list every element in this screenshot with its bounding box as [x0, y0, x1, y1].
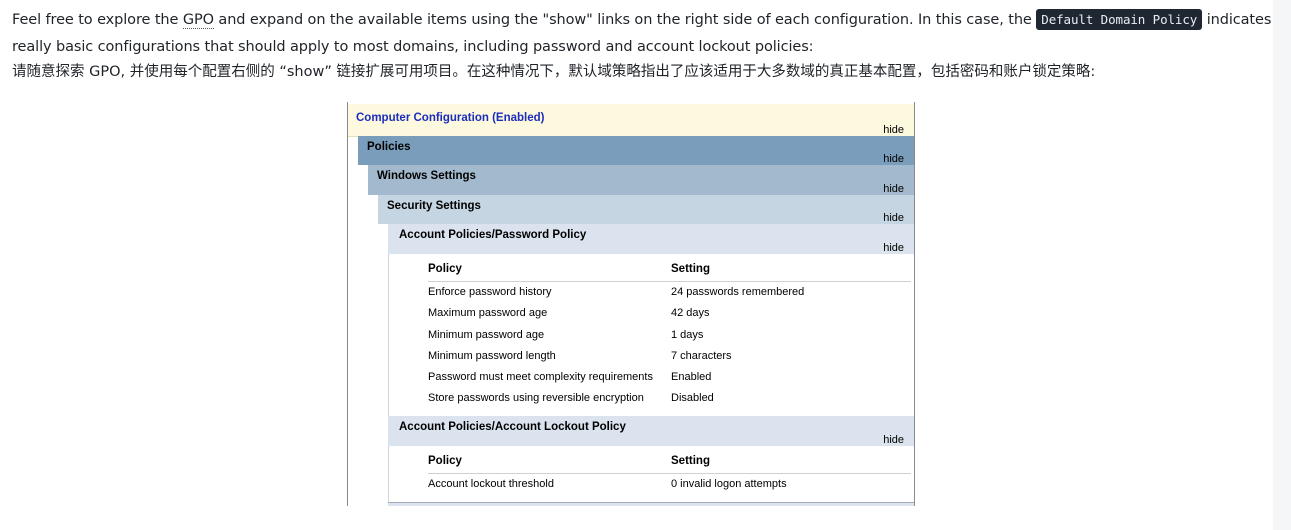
policy-name: Enforce password history: [428, 286, 552, 298]
article-content: Feel free to explore the GPO and expand …: [12, 6, 1272, 83]
password-policy-table: Policy Setting Enforce password history 2…: [428, 259, 911, 410]
lockout-policy-header: Account Policies/Account Lockout Policy …: [388, 416, 914, 446]
section-rail: [388, 446, 389, 502]
intro-text-2: and expand on the available items using …: [213, 12, 1037, 28]
windows-settings-header: Windows Settings hide: [368, 165, 914, 195]
lockout-policy-title: Account Policies/Account Lockout Policy: [399, 421, 626, 433]
intro-text: Feel free to explore the: [12, 12, 183, 28]
table-row: Minimum password length 7 characters: [428, 346, 911, 367]
policy-column-header: Policy: [428, 455, 462, 467]
setting-column-header: Setting: [671, 263, 710, 275]
security-settings-title: Security Settings: [387, 200, 481, 212]
hide-link[interactable]: hide: [883, 212, 904, 224]
windows-settings-title: Windows Settings: [377, 170, 476, 182]
table-row: Minimum password age 1 days: [428, 325, 911, 346]
table-row: Store passwords using reversible encrypt…: [428, 388, 911, 409]
hide-link[interactable]: hide: [883, 242, 904, 254]
hide-link[interactable]: hide: [883, 153, 904, 165]
hide-link[interactable]: hide: [883, 124, 904, 136]
policy-name: Minimum password length: [428, 349, 556, 362]
hide-link[interactable]: hide: [883, 183, 904, 195]
policy-setting: 24 passwords remembered: [671, 286, 805, 298]
password-policy-header: Account Policies/Password Policy hide: [388, 224, 914, 254]
table-row: Enforce password history 24 passwords rem…: [428, 282, 911, 303]
table-header: Policy Setting: [428, 259, 911, 282]
policy-name: Store passwords using reversible encrypt…: [428, 392, 644, 405]
password-policy-title: Account Policies/Password Policy: [399, 229, 587, 241]
table-row: Account lockout threshold 0 invalid logon…: [428, 474, 911, 495]
computer-configuration-header: Computer Configuration (Enabled) hide: [348, 104, 914, 137]
security-settings-header: Security Settings hide: [378, 195, 914, 224]
gpo-abbreviation[interactable]: GPO: [182, 12, 214, 29]
intro-paragraph-chinese: 请随意探索 GPO, 并使用每个配置右侧的 “show” 链接扩展可用项目。在这…: [12, 64, 1096, 80]
lockout-policy-table: Policy Setting Account lockout threshold…: [428, 451, 911, 495]
table-header: Policy Setting: [428, 451, 911, 474]
policy-setting: Disabled: [671, 392, 714, 405]
next-section-edge: [388, 502, 914, 506]
policy-setting: 0 invalid logon attempts: [671, 478, 787, 490]
intro-paragraph: Feel free to explore the GPO and expand …: [12, 6, 1272, 61]
policy-name: Minimum password age: [428, 328, 545, 341]
computer-configuration-title: Computer Configuration (Enabled): [356, 112, 545, 124]
policy-setting: Enabled: [671, 371, 712, 384]
default-domain-policy-code: Default Domain Policy: [1036, 9, 1203, 30]
policies-header: Policies hide: [358, 136, 914, 165]
table-row: Password must meet complexity requiremen…: [428, 367, 911, 388]
table-row: Maximum password age 42 days: [428, 303, 911, 324]
section-rail: [388, 254, 389, 416]
policy-name: Account lockout threshold: [428, 478, 554, 490]
policy-column-header: Policy: [428, 263, 462, 275]
policy-setting: 42 days: [671, 307, 710, 320]
policy-setting: 1 days: [671, 328, 704, 341]
setting-column-header: Setting: [671, 455, 710, 467]
page-scrollbar[interactable]: [1273, 0, 1291, 530]
gpo-report-screenshot: show Computer Configuration (Enabled) hi…: [347, 102, 915, 506]
policies-title: Policies: [367, 141, 411, 153]
policy-setting: 7 characters: [671, 349, 732, 362]
hide-link[interactable]: hide: [883, 434, 904, 446]
policy-name: Password must meet complexity requiremen…: [428, 371, 653, 384]
policy-name: Maximum password age: [428, 307, 548, 320]
